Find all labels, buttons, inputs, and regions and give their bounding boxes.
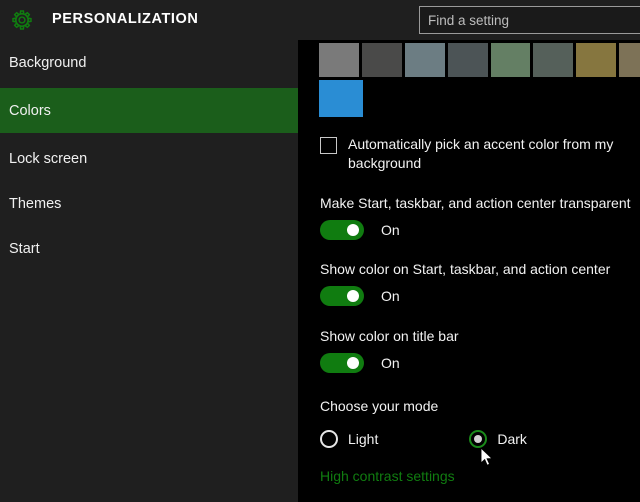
sidebar-item-colors[interactable]: Colors xyxy=(0,88,298,133)
swatch-row xyxy=(319,43,640,77)
search-input[interactable] xyxy=(420,7,640,33)
app-header: PERSONALIZATION xyxy=(0,0,640,40)
sidebar-item-label: Colors xyxy=(9,102,51,119)
transparency-setting-label: Make Start, taskbar, and action center t… xyxy=(320,195,631,211)
transparency-setting-group: Make Start, taskbar, and action center t… xyxy=(320,195,640,240)
page-title: PERSONALIZATION xyxy=(52,11,199,27)
sidebar: Background Colors Lock screen Themes Sta… xyxy=(0,40,298,502)
color-swatch[interactable] xyxy=(619,43,640,77)
sidebar-item-start[interactable]: Start xyxy=(0,226,298,271)
settings-content-pane: Automatically pick an accent color from … xyxy=(298,40,640,502)
accent-color-swatch-grid xyxy=(318,43,640,120)
color-swatch[interactable] xyxy=(361,43,402,77)
color-swatch[interactable] xyxy=(490,43,531,77)
toggle-knob xyxy=(347,290,359,302)
choose-mode-label: Choose your mode xyxy=(320,398,439,414)
sidebar-item-label: Start xyxy=(9,240,40,257)
gear-icon xyxy=(11,9,33,31)
sidebar-item-background[interactable]: Background xyxy=(0,40,298,85)
show-color-start-toggle-state: On xyxy=(381,288,400,304)
sidebar-item-label: Themes xyxy=(9,195,62,212)
auto-accent-checkbox-label: Automatically pick an accent color from … xyxy=(348,136,614,171)
transparency-toggle[interactable] xyxy=(320,220,364,240)
sidebar-item-label: Background xyxy=(9,54,87,71)
sidebar-item-label: Lock screen xyxy=(9,150,88,167)
color-swatch-selected[interactable] xyxy=(318,79,364,118)
show-color-titlebar-setting-label: Show color on title bar xyxy=(320,328,459,344)
sidebar-item-lock-screen[interactable]: Lock screen xyxy=(0,136,298,181)
search-box[interactable] xyxy=(419,6,640,34)
color-swatch[interactable] xyxy=(404,43,445,77)
show-color-start-setting-group: Show color on Start, taskbar, and action… xyxy=(320,261,640,306)
show-color-titlebar-setting-group: Show color on title bar On xyxy=(320,328,640,373)
radio-option-light[interactable]: Light xyxy=(320,430,378,448)
toggle-knob xyxy=(347,357,359,369)
mode-options-row: Light Dark xyxy=(320,430,640,448)
show-color-titlebar-toggle-state: On xyxy=(381,355,400,371)
show-color-titlebar-toggle-row[interactable]: On xyxy=(320,353,640,373)
toggle-knob xyxy=(347,224,359,236)
transparency-toggle-row[interactable]: On xyxy=(320,220,640,240)
color-swatch[interactable] xyxy=(447,43,488,77)
color-swatch[interactable] xyxy=(319,43,359,77)
dark-mode-radio[interactable] xyxy=(469,430,488,448)
light-mode-radio[interactable] xyxy=(320,430,338,448)
transparency-toggle-state: On xyxy=(381,222,400,238)
show-color-titlebar-toggle[interactable] xyxy=(320,353,364,373)
show-color-start-setting-label: Show color on Start, taskbar, and action… xyxy=(320,261,611,277)
auto-accent-checkbox-row[interactable]: Automatically pick an accent color from … xyxy=(320,135,638,173)
color-swatch[interactable] xyxy=(576,43,617,77)
dark-mode-label: Dark xyxy=(497,431,527,447)
color-swatch[interactable] xyxy=(533,43,574,77)
show-color-start-toggle[interactable] xyxy=(320,286,364,306)
radio-option-dark[interactable]: Dark xyxy=(469,430,527,448)
light-mode-label: Light xyxy=(348,431,379,447)
high-contrast-settings-link[interactable]: High contrast settings xyxy=(320,468,455,484)
swatch-row xyxy=(318,79,640,118)
show-color-start-toggle-row[interactable]: On xyxy=(320,286,640,306)
auto-accent-checkbox[interactable] xyxy=(320,137,337,154)
sidebar-item-themes[interactable]: Themes xyxy=(0,181,298,226)
choose-mode-group: Choose your mode Light Dark xyxy=(320,398,640,448)
